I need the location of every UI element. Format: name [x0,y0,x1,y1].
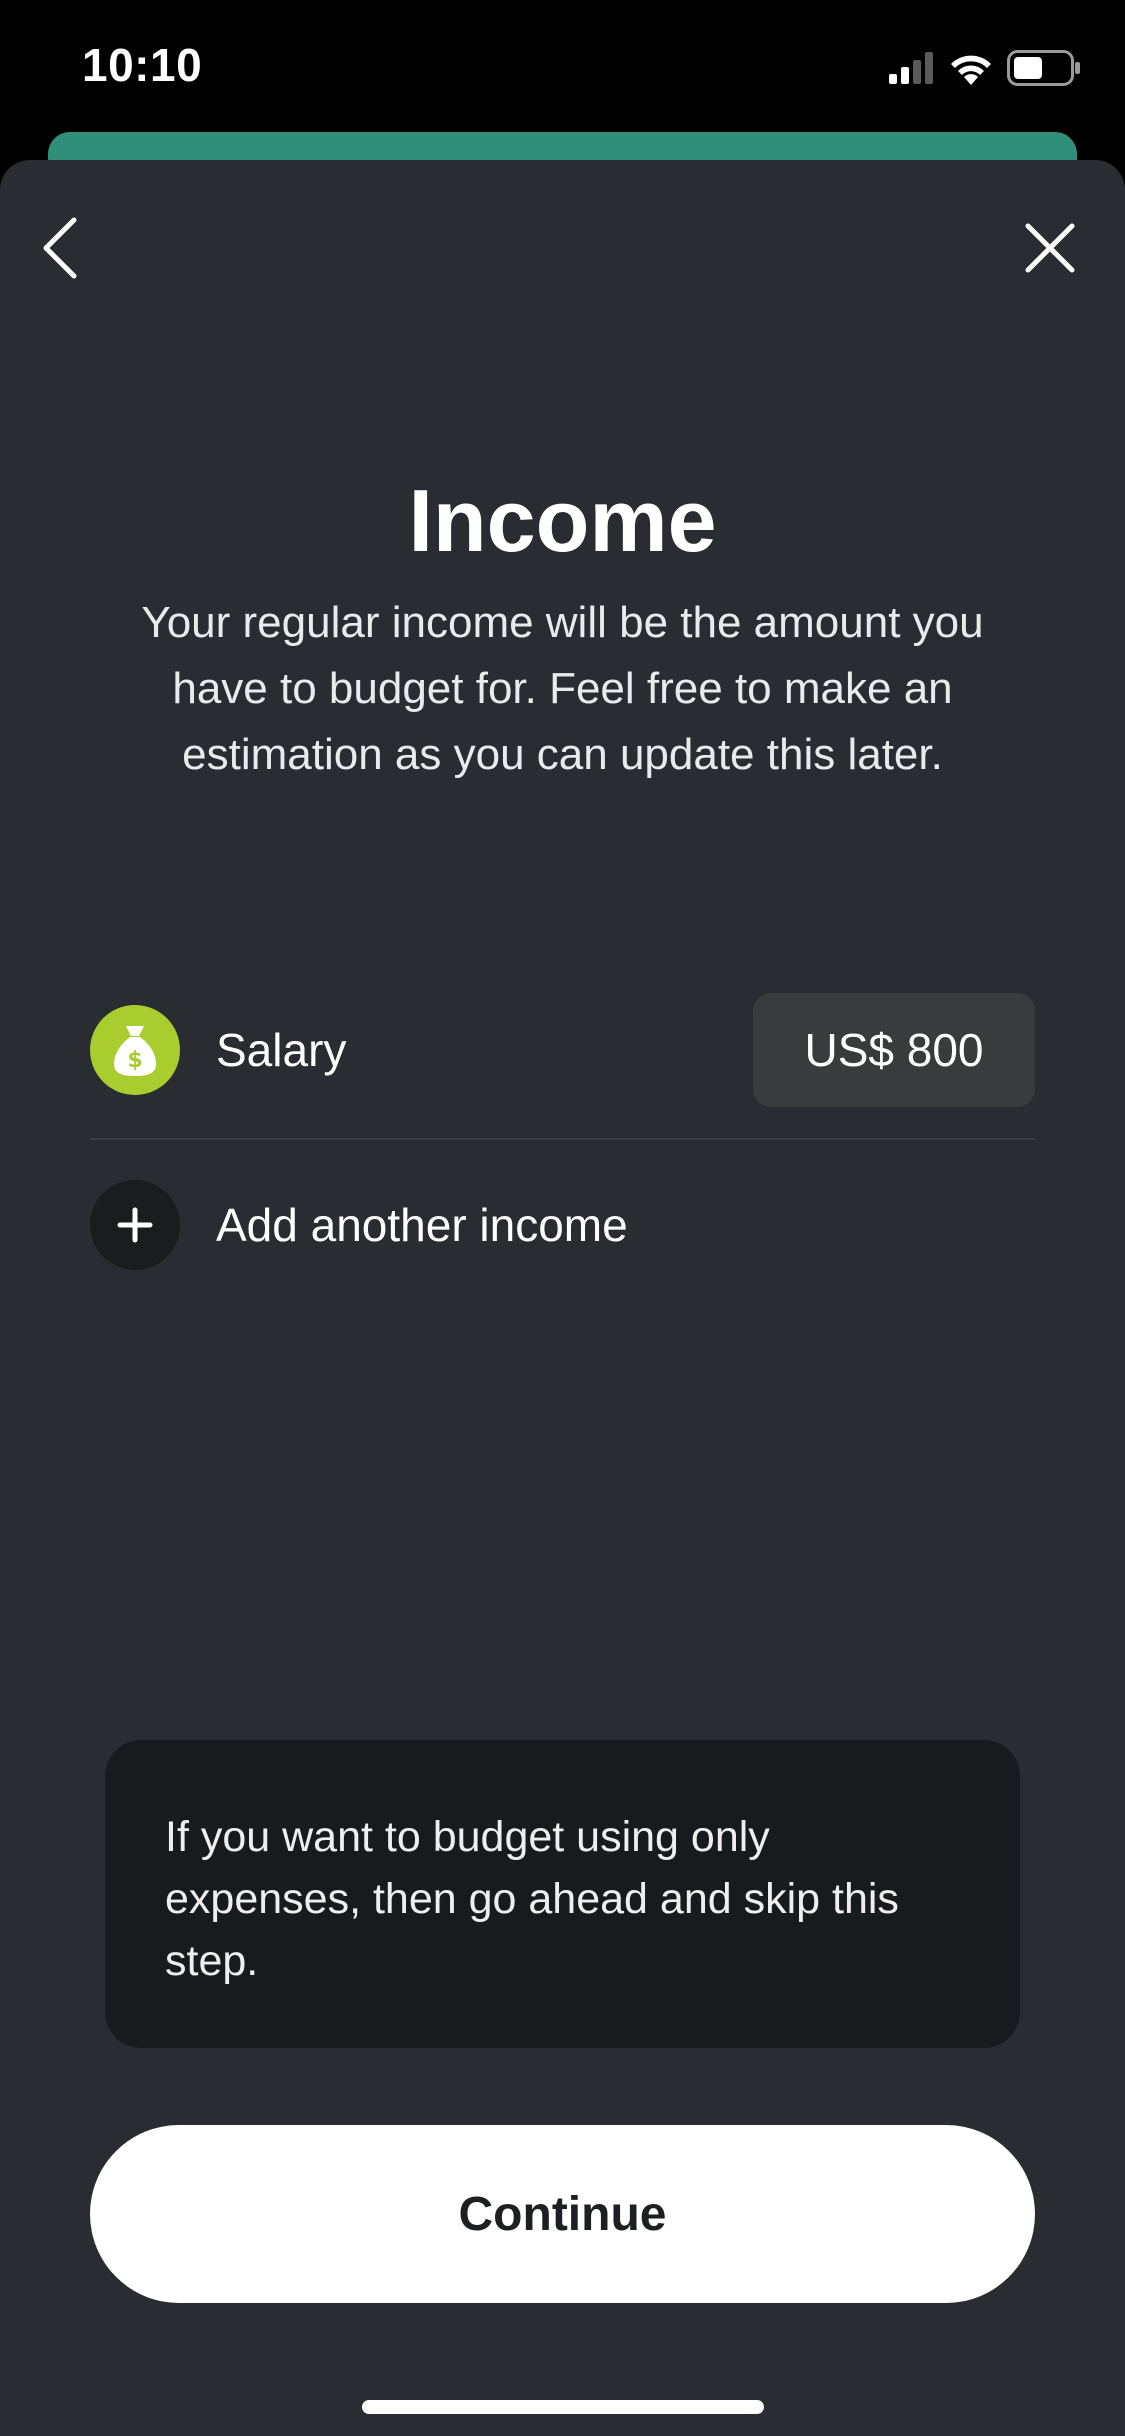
continue-button[interactable]: Continue [90,2125,1035,2303]
chevron-left-icon [40,216,80,285]
tip-card: If you want to budget using only expense… [105,1740,1020,2048]
income-label: Salary [216,1024,347,1076]
home-indicator [362,2400,764,2414]
cellular-signal-icon [889,51,935,89]
income-item-salary[interactable]: $ Salary US$ 800 [90,993,1035,1107]
page-description: Your regular income will be the amount y… [141,598,984,779]
divider [90,1138,1035,1140]
add-income-label: Add another income [216,1199,628,1251]
status-bar: 10:10 [0,0,1125,132]
income-amount-field[interactable]: US$ 800 [753,993,1035,1107]
close-icon [1024,222,1076,279]
money-bag-icon: $ [90,1005,180,1095]
add-income-button[interactable]: Add another income [90,1180,1035,1270]
income-amount: US$ 800 [804,1024,984,1076]
page-title: Income [408,471,717,570]
status-icons [889,48,1081,92]
close-button[interactable] [1005,205,1095,295]
plus-icon [90,1180,180,1270]
battery-icon [1007,49,1081,91]
back-button[interactable] [30,205,90,295]
wifi-icon [949,51,993,90]
svg-text:$: $ [127,1048,142,1073]
tip-text: If you want to budget using only expense… [165,1813,899,1985]
status-time: 10:10 [82,39,203,91]
